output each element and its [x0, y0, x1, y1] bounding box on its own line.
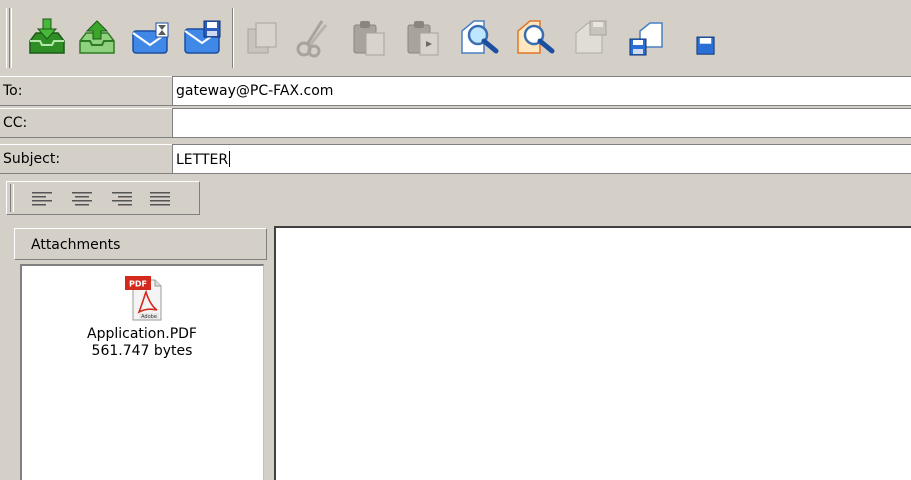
to-label: To: [0, 76, 172, 106]
save-disabled-button[interactable] [566, 12, 616, 64]
copy-button[interactable] [238, 12, 288, 64]
find-next-button[interactable] [510, 12, 560, 64]
justify-button[interactable] [140, 186, 180, 212]
pdf-badge-text: PDF [129, 280, 147, 289]
save-message-button[interactable] [178, 12, 228, 64]
cc-field[interactable] [172, 108, 911, 138]
cut-button[interactable] [288, 12, 338, 64]
receive-button[interactable] [22, 12, 72, 64]
align-center-icon [72, 192, 92, 206]
to-row: To: gateway@PC-FAX.com [0, 76, 911, 106]
align-right-button[interactable] [102, 186, 142, 212]
send-button[interactable] [72, 12, 122, 64]
send-later-icon [132, 22, 169, 54]
align-center-button[interactable] [62, 186, 102, 212]
paste-icon [353, 21, 385, 56]
subject-field[interactable]: LETTER [172, 144, 911, 174]
message-body[interactable] [274, 226, 911, 480]
save-partial-icon [696, 36, 715, 55]
save-as-icon [629, 22, 663, 56]
paste-special-icon [407, 21, 439, 56]
main-toolbar [0, 0, 911, 76]
align-left-icon [32, 192, 52, 206]
toolbar-grip-line [11, 8, 13, 68]
find-button[interactable] [454, 12, 504, 64]
paste-special-button[interactable] [398, 12, 448, 64]
cc-label: CC: [0, 108, 172, 138]
cc-row: CC: [0, 108, 911, 138]
toolbar-grip[interactable] [6, 8, 10, 68]
to-field[interactable]: gateway@PC-FAX.com [172, 76, 911, 106]
cut-icon [296, 20, 328, 58]
align-left-button[interactable] [22, 186, 62, 212]
pdf-file-icon: PDF Adobe [125, 276, 162, 321]
send-icon [79, 20, 115, 54]
attachments-list[interactable]: PDF Adobe Application.PDF 561.747 bytes [20, 264, 264, 480]
attachment-item[interactable]: PDF Adobe Application.PDF 561.747 bytes [26, 274, 258, 360]
save-disabled-icon [575, 20, 607, 54]
subject-row: Subject: LETTER [0, 144, 911, 174]
attachment-size: 561.747 bytes [91, 343, 193, 359]
find-icon [461, 20, 499, 54]
to-value: gateway@PC-FAX.com [176, 83, 334, 99]
find-next-icon [517, 20, 555, 54]
compose-window: To: gateway@PC-FAX.com CC: Subject: LETT… [0, 0, 911, 480]
send-later-button[interactable] [126, 12, 176, 64]
save-as-button[interactable] [622, 12, 672, 64]
attachment-name: Application.PDF [87, 326, 197, 342]
align-right-icon [112, 192, 132, 206]
text-caret [229, 151, 231, 167]
toolbar-separator [232, 8, 234, 68]
subject-label: Subject: [0, 144, 172, 174]
save-message-icon [184, 20, 221, 54]
format-toolbar-grip[interactable] [10, 184, 14, 212]
format-toolbar [0, 178, 911, 218]
paste-button[interactable] [344, 12, 394, 64]
subject-value: LETTER [176, 152, 229, 168]
receive-icon [29, 18, 65, 54]
justify-icon [150, 192, 170, 206]
copy-icon [247, 22, 277, 54]
attachments-header[interactable]: Attachments [14, 228, 267, 260]
save-partial-button[interactable] [676, 12, 716, 64]
adobe-label: Adobe [141, 314, 157, 320]
